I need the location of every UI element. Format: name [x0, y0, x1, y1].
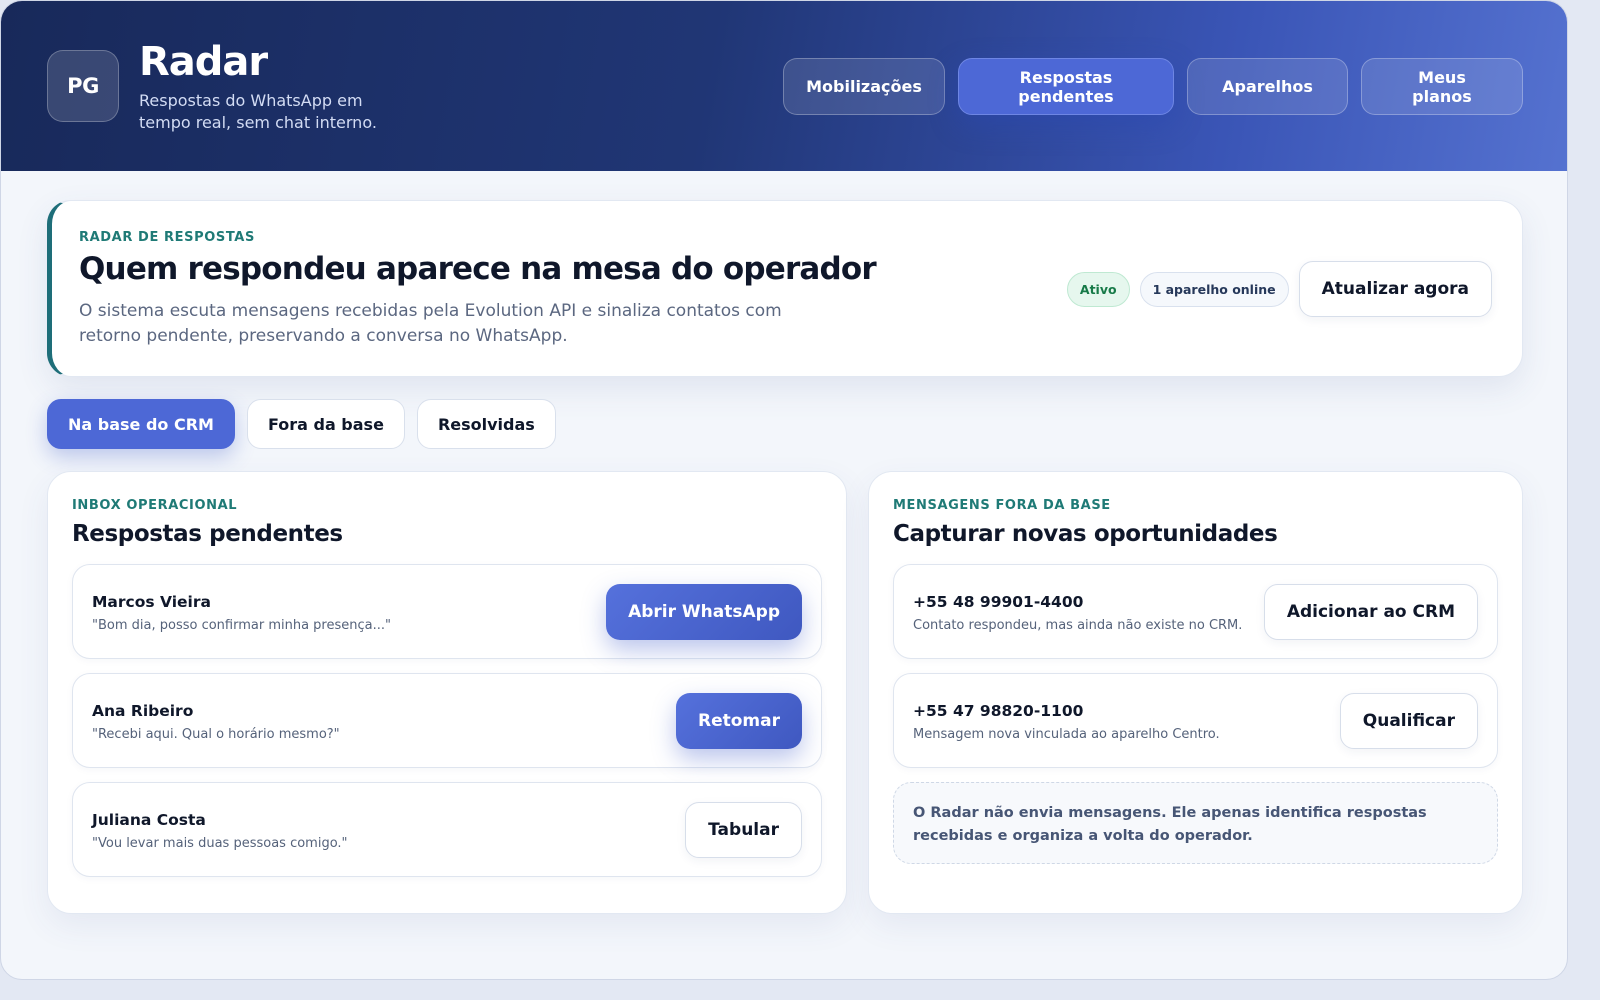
contact-name: Juliana Costa [92, 811, 206, 829]
tabulate-button[interactable]: Tabular [685, 802, 802, 858]
logo-avatar: PG [47, 50, 119, 122]
nav-meus-planos-button[interactable]: Meus planos [1361, 58, 1523, 115]
list-item: Marcos Vieira "Bom dia, posso confirmar … [72, 564, 822, 659]
resume-button[interactable]: Retomar [676, 693, 802, 749]
tab-na-base-do-crm[interactable]: Na base do CRM [47, 399, 235, 449]
app-window: PG Radar Respostas do WhatsApp em tempo … [0, 0, 1568, 980]
list-item: Juliana Costa "Vou levar mais duas pesso… [72, 782, 822, 877]
tab-fora-da-base[interactable]: Fora da base [246, 399, 405, 449]
hero-actions: Ativo 1 aparelho online Atualizar agora [1066, 261, 1492, 317]
app-title: Radar [139, 39, 268, 85]
inbox-eyebrow: INBOX OPERACIONAL [72, 498, 238, 513]
tab-resolvidas[interactable]: Resolvidas [416, 399, 556, 449]
list-item: +55 47 98820-1100 Mensagem nova vinculad… [893, 673, 1498, 768]
contact-message: "Bom dia, posso confirmar minha presença… [92, 618, 391, 633]
hero-title: Quem respondeu aparece na mesa do operad… [79, 251, 877, 287]
phone-number: +55 48 99901-4400 [913, 593, 1084, 611]
filter-tabs: Na base do CRM Fora da base Resolvidas [47, 399, 556, 449]
devices-online-badge: 1 aparelho online [1139, 271, 1289, 307]
hero-eyebrow: RADAR DE RESPOSTAS [79, 230, 255, 245]
list-item: +55 48 99901-4400 Contato respondeu, mas… [893, 564, 1498, 659]
app-header: PG Radar Respostas do WhatsApp em tempo … [1, 1, 1567, 171]
nav-mobilizacoes-button[interactable]: Mobilizações [783, 58, 945, 115]
add-to-crm-button[interactable]: Adicionar ao CRM [1263, 584, 1478, 640]
contact-message: "Recebi aqui. Qual o horário mesmo?" [92, 727, 340, 742]
refresh-now-button[interactable]: Atualizar agora [1298, 261, 1492, 317]
contact-message: "Vou levar mais duas pessoas comigo." [92, 836, 348, 851]
app-subtitle: Respostas do WhatsApp em tempo real, sem… [139, 91, 377, 132]
outside-eyebrow: MENSAGENS FORA DA BASE [893, 498, 1111, 513]
main-nav: Mobilizações Respostas pendentes Aparelh… [783, 58, 1523, 115]
outside-base-panel: MENSAGENS FORA DA BASE Capturar novas op… [868, 471, 1523, 914]
hero-description: O sistema escuta mensagens recebidas pel… [79, 301, 782, 346]
outside-title: Capturar novas oportunidades [893, 521, 1278, 547]
info-note: O Radar não envia mensagens. Ele apenas … [893, 782, 1498, 864]
qualify-button[interactable]: Qualificar [1339, 693, 1478, 749]
open-whatsapp-button[interactable]: Abrir WhatsApp [606, 584, 802, 640]
contact-message: Contato respondeu, mas ainda não existe … [913, 618, 1243, 633]
nav-respostas-pendentes-button[interactable]: Respostas pendentes [958, 58, 1174, 115]
inbox-panel: INBOX OPERACIONAL Respostas pendentes Ma… [47, 471, 847, 914]
contact-name: Marcos Vieira [92, 593, 211, 611]
nav-aparelhos-button[interactable]: Aparelhos [1187, 58, 1348, 115]
phone-number: +55 47 98820-1100 [913, 702, 1084, 720]
outside-list: +55 48 99901-4400 Contato respondeu, mas… [893, 564, 1498, 864]
inbox-title: Respostas pendentes [72, 521, 343, 547]
inbox-list: Marcos Vieira "Bom dia, posso confirmar … [72, 564, 822, 877]
status-badge: Ativo [1066, 271, 1130, 307]
list-item: Ana Ribeiro "Recebi aqui. Qual o horário… [72, 673, 822, 768]
contact-name: Ana Ribeiro [92, 702, 194, 720]
contact-message: Mensagem nova vinculada ao aparelho Cent… [913, 727, 1220, 742]
radar-hero-card: RADAR DE RESPOSTAS Quem respondeu aparec… [47, 200, 1523, 377]
